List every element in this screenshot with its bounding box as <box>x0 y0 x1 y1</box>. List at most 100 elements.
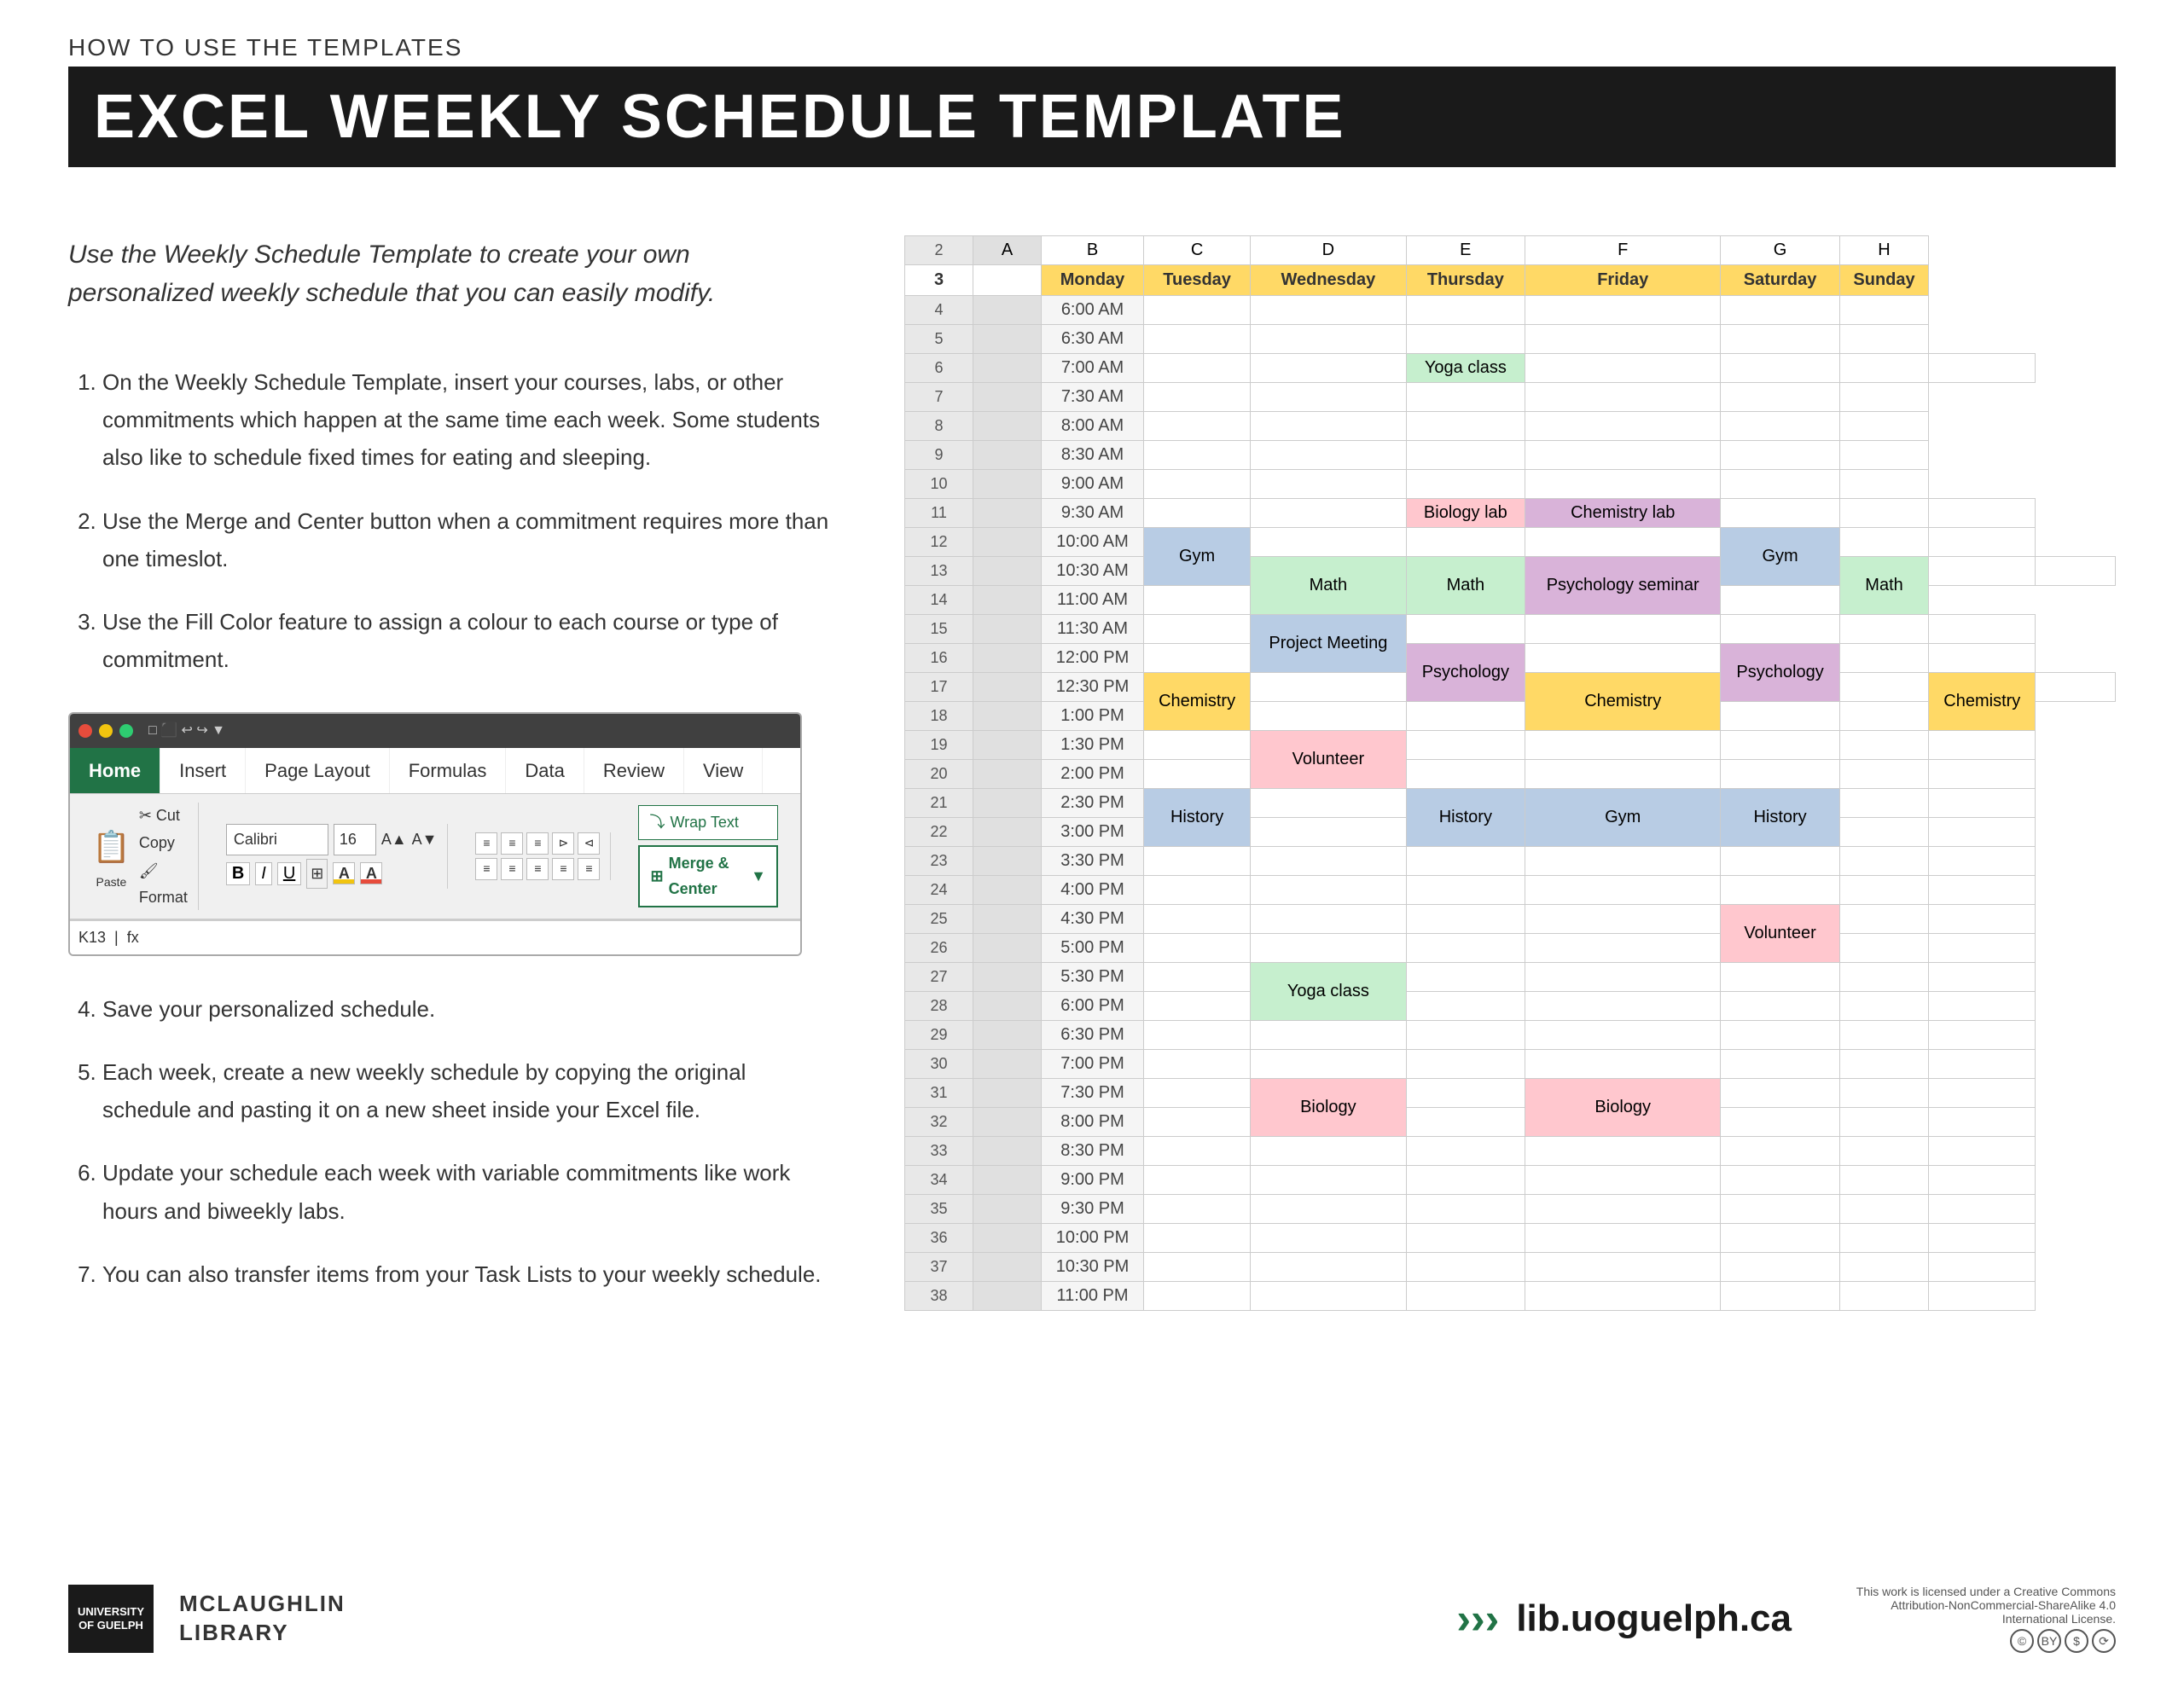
cc-nc-icon: $ <box>2065 1629 2088 1653</box>
library-line2: Library <box>179 1619 346 1648</box>
tab-view[interactable]: View <box>684 748 763 793</box>
university-name: UNIVERSITYOF GUELPH <box>78 1605 144 1632</box>
font-name-box[interactable]: Calibri <box>226 824 328 855</box>
align-left[interactable]: ≡ <box>475 858 497 880</box>
table-row: 38 11:00 PM <box>905 1282 2116 1311</box>
cut-button[interactable]: ✂ Cut <box>139 803 188 829</box>
decrease-indent[interactable]: ⊳ <box>552 832 574 855</box>
instructions-list: On the Weekly Schedule Template, insert … <box>68 363 836 678</box>
align-top-right[interactable]: ≡ <box>526 832 549 855</box>
table-row: 33 8:30 PM <box>905 1137 2116 1166</box>
header-subtitle: HOW TO USE THE TEMPLATES <box>68 34 2116 61</box>
wrap-text-button[interactable]: ⤵ Wrap Text <box>638 805 778 840</box>
merge-dropdown-icon[interactable]: ▼ <box>751 863 766 890</box>
monday-header: Monday <box>1042 265 1144 296</box>
table-row: 27 5:30 PM Yoga class <box>905 963 2116 992</box>
align-top-left[interactable]: ≡ <box>475 832 497 855</box>
fill-color-indicator <box>334 879 354 884</box>
bold-button[interactable]: B <box>226 862 250 885</box>
tab-home[interactable]: Home <box>70 748 160 793</box>
table-row: 26 5:00 PM <box>905 934 2116 963</box>
font-row1: Calibri 16 A▲ A▼ <box>226 824 438 855</box>
table-row: 28 6:00 PM <box>905 992 2116 1021</box>
format-button[interactable]: 🖌 Format <box>139 858 188 910</box>
align-top-center[interactable]: ≡ <box>501 832 523 855</box>
table-row: 12 10:00 AM Gym Gym <box>905 528 2116 557</box>
formula-input[interactable] <box>148 925 792 951</box>
excel-titlebar: □ ⬛ ↩ ↪ ▼ <box>70 714 800 747</box>
table-row: 3 Monday Tuesday Wednesday Thursday Frid… <box>905 265 2116 296</box>
header-title: EXCEL WEEKLY SCHEDULE TEMPLATE <box>94 82 1346 152</box>
paste-button[interactable]: 📋 Paste <box>92 820 131 893</box>
tab-data[interactable]: Data <box>506 748 584 793</box>
table-row: 16 12:00 PM Psychology Psychology <box>905 644 2116 673</box>
instruction-2: Use the Merge and Center button when a c… <box>102 502 836 577</box>
copy-button[interactable]: Copy <box>139 830 188 856</box>
instruction-4: Save your personalized schedule. <box>102 990 836 1028</box>
table-row: 15 11:30 AM Project Meeting <box>905 615 2116 644</box>
font-size-up[interactable]: A▲ <box>381 826 407 853</box>
cc-license-text: This work is licensed under a Creative C… <box>1843 1585 2116 1626</box>
left-panel: Use the Weekly Schedule Template to crea… <box>68 235 836 1319</box>
merge-center-button[interactable]: ⊞ Merge & Center ▼ <box>638 845 778 907</box>
tuesday-header: Tuesday <box>1144 265 1251 296</box>
instructions: On the Weekly Schedule Template, insert … <box>68 363 836 1293</box>
tab-formulas[interactable]: Formulas <box>390 748 507 793</box>
wrap-merge-group: ⤵ Wrap Text ⊞ Merge & Center ▼ <box>628 805 788 907</box>
cell-reference[interactable]: K13 <box>78 925 106 951</box>
increase-indent[interactable]: ⊲ <box>578 832 600 855</box>
align-justify[interactable]: ≡ <box>578 858 600 880</box>
library-line1: McLaughlin <box>179 1590 346 1619</box>
font-size-box[interactable]: 16 <box>334 824 376 855</box>
footer: UNIVERSITYOF GUELPH McLaughlin Library ›… <box>68 1585 2116 1653</box>
formula-icon: fx <box>127 925 139 951</box>
font-color-button[interactable]: A <box>360 862 382 884</box>
minimize-dot <box>99 724 113 738</box>
border-button[interactable]: ⊞ <box>306 859 328 889</box>
formula-bar: K13 | fx <box>70 920 800 954</box>
table-row: 29 6:30 PM <box>905 1021 2116 1050</box>
table-row: 10 9:00 AM <box>905 470 2116 499</box>
col-d: D <box>1251 236 1406 265</box>
table-row: 20 2:00 PM <box>905 760 2116 789</box>
excel-screenshot: □ ⬛ ↩ ↪ ▼ Home Insert Page Layout Formul… <box>68 712 802 956</box>
wednesday-header: Wednesday <box>1251 265 1406 296</box>
chevron-3: › <box>1485 1594 1500 1644</box>
wrap-text-label: Wrap Text <box>670 809 738 836</box>
chevrons-icon: › › › <box>1456 1594 1499 1644</box>
paste-label: Paste <box>96 872 127 893</box>
italic-button[interactable]: I <box>255 862 272 885</box>
font-size-down[interactable]: A▼ <box>412 826 438 853</box>
cut-copy-format: ✂ Cut Copy 🖌 Format <box>139 803 188 910</box>
table-row: 2 A B C D E F G H <box>905 236 2116 265</box>
col-a-header: A <box>973 236 1042 265</box>
thursday-header: Thursday <box>1406 265 1525 296</box>
font-row2: B I U ⊞ A A <box>226 859 438 889</box>
university-logo: UNIVERSITYOF GUELPH <box>68 1585 154 1653</box>
sunday-header: Sunday <box>1839 265 1928 296</box>
footer-left: UNIVERSITYOF GUELPH McLaughlin Library <box>68 1585 346 1653</box>
cc-icons: © BY $ ⟳ <box>2010 1629 2116 1653</box>
table-row: 6 7:00 AM Yoga class <box>905 354 2116 383</box>
tab-insert[interactable]: Insert <box>160 748 246 793</box>
align-right[interactable]: ≡ <box>526 858 549 880</box>
col-g: G <box>1721 236 1840 265</box>
font-color-indicator <box>361 879 381 884</box>
col-e: E <box>1406 236 1525 265</box>
row-num: 2 <box>905 236 973 265</box>
table-row: 8 8:00 AM <box>905 412 2116 441</box>
tab-page-layout[interactable]: Page Layout <box>246 748 390 793</box>
library-url[interactable]: lib.uoguelph.ca <box>1516 1597 1792 1640</box>
tab-review[interactable]: Review <box>584 748 684 793</box>
clipboard-group: 📋 Paste ✂ Cut Copy 🖌 Format <box>82 803 199 910</box>
table-row: 21 2:30 PM History History Gym History <box>905 789 2116 818</box>
align-fill[interactable]: ≡ <box>552 858 574 880</box>
align-center[interactable]: ≡ <box>501 858 523 880</box>
underline-button[interactable]: U <box>277 862 301 885</box>
font-controls: Calibri 16 A▲ A▼ B I U ⊞ <box>226 824 438 888</box>
col-f: F <box>1525 236 1721 265</box>
fill-color-button[interactable]: A <box>333 862 355 884</box>
align-row-1: ≡ ≡ ≡ ⊳ ⊲ <box>475 832 600 855</box>
merge-icon: ⊞ <box>650 863 663 890</box>
excel-titlebar-icons: □ ⬛ ↩ ↪ ▼ <box>148 719 225 742</box>
